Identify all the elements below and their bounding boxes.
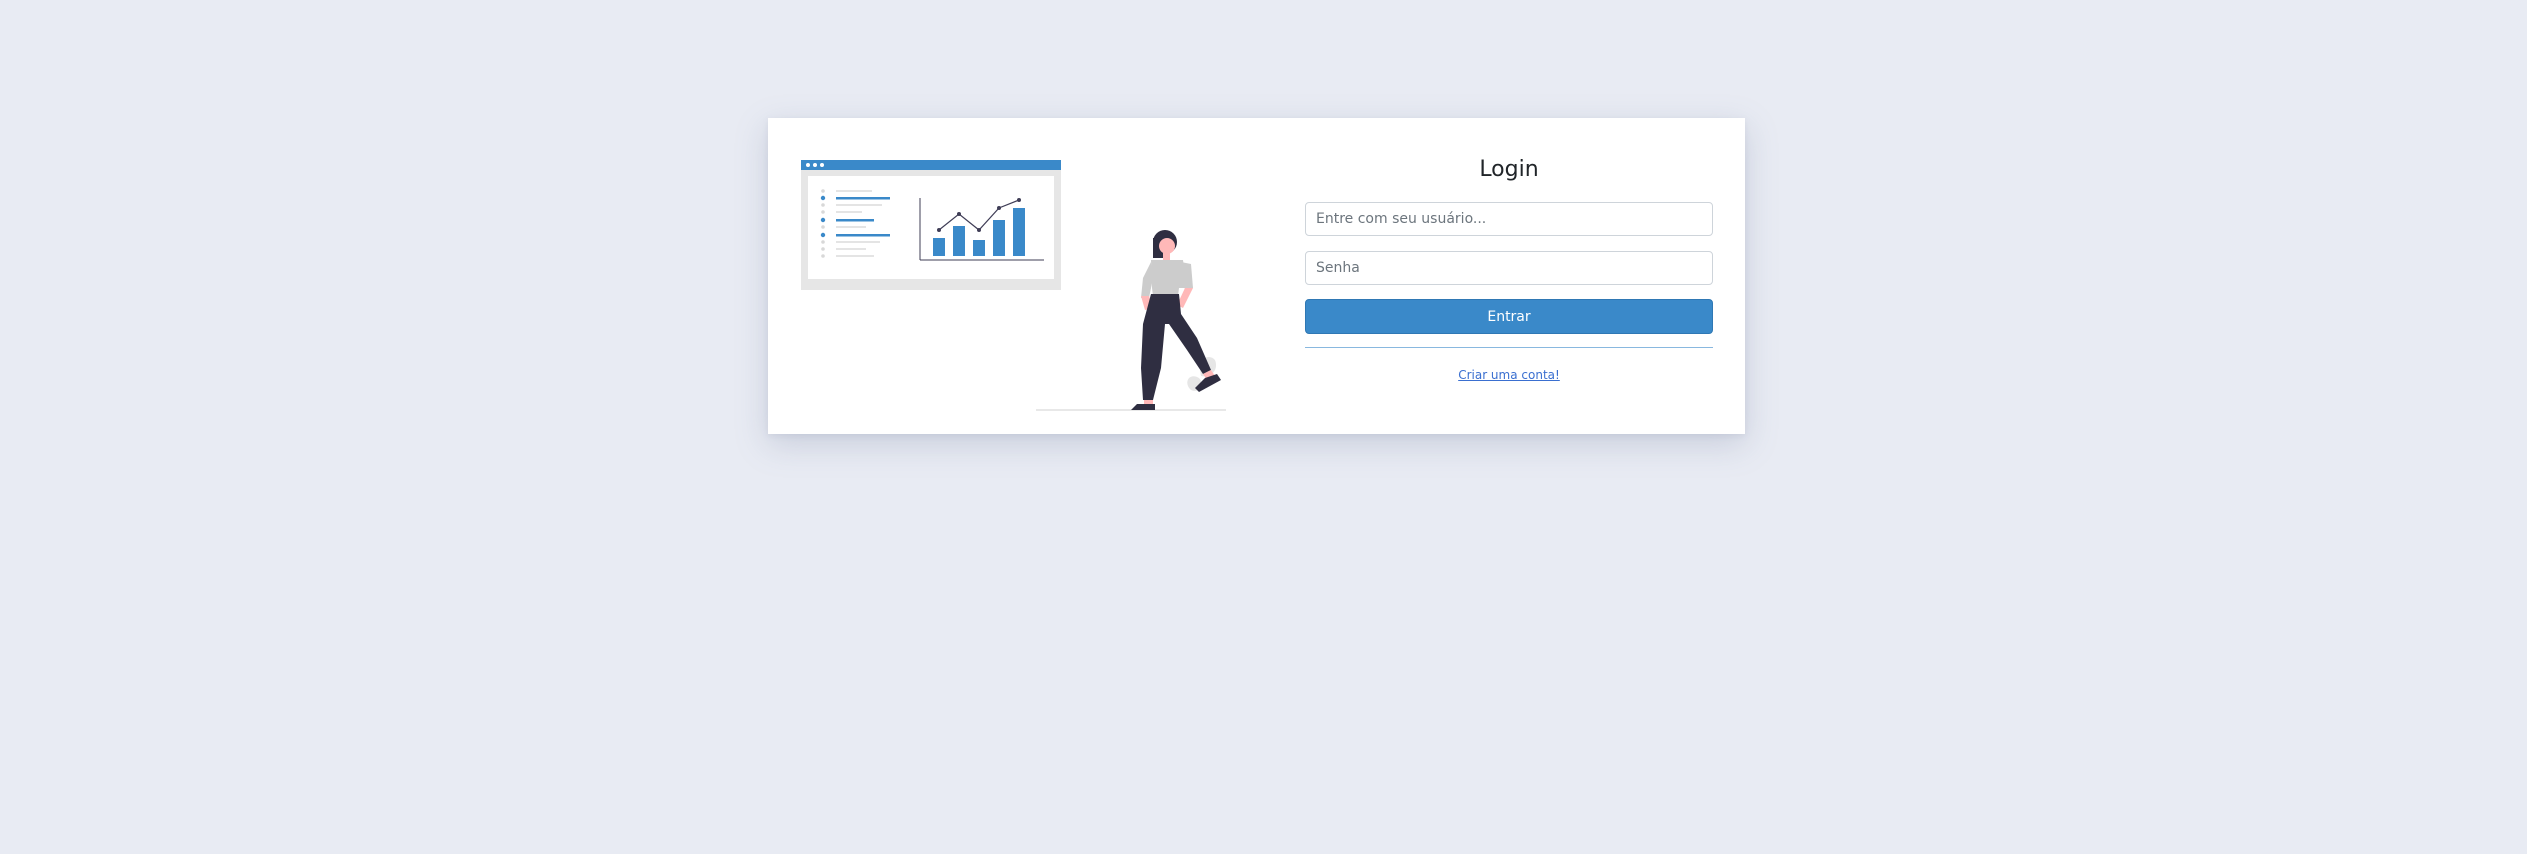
person-graphic bbox=[1131, 230, 1221, 410]
dashboard-illustration bbox=[801, 160, 1226, 411]
form-divider bbox=[1305, 347, 1713, 348]
browser-window-graphic bbox=[801, 160, 1061, 290]
login-submit-button[interactable]: Entrar bbox=[1305, 299, 1713, 334]
password-input[interactable] bbox=[1305, 251, 1713, 285]
create-account-link[interactable]: Criar uma conta! bbox=[1458, 368, 1560, 382]
signup-container: Criar uma conta! bbox=[1305, 364, 1713, 383]
login-form: Login Entrar Criar uma conta! bbox=[1305, 154, 1713, 383]
login-card: Login Entrar Criar uma conta! bbox=[768, 118, 1745, 434]
login-title: Login bbox=[1479, 157, 1539, 182]
username-input[interactable] bbox=[1305, 202, 1713, 236]
